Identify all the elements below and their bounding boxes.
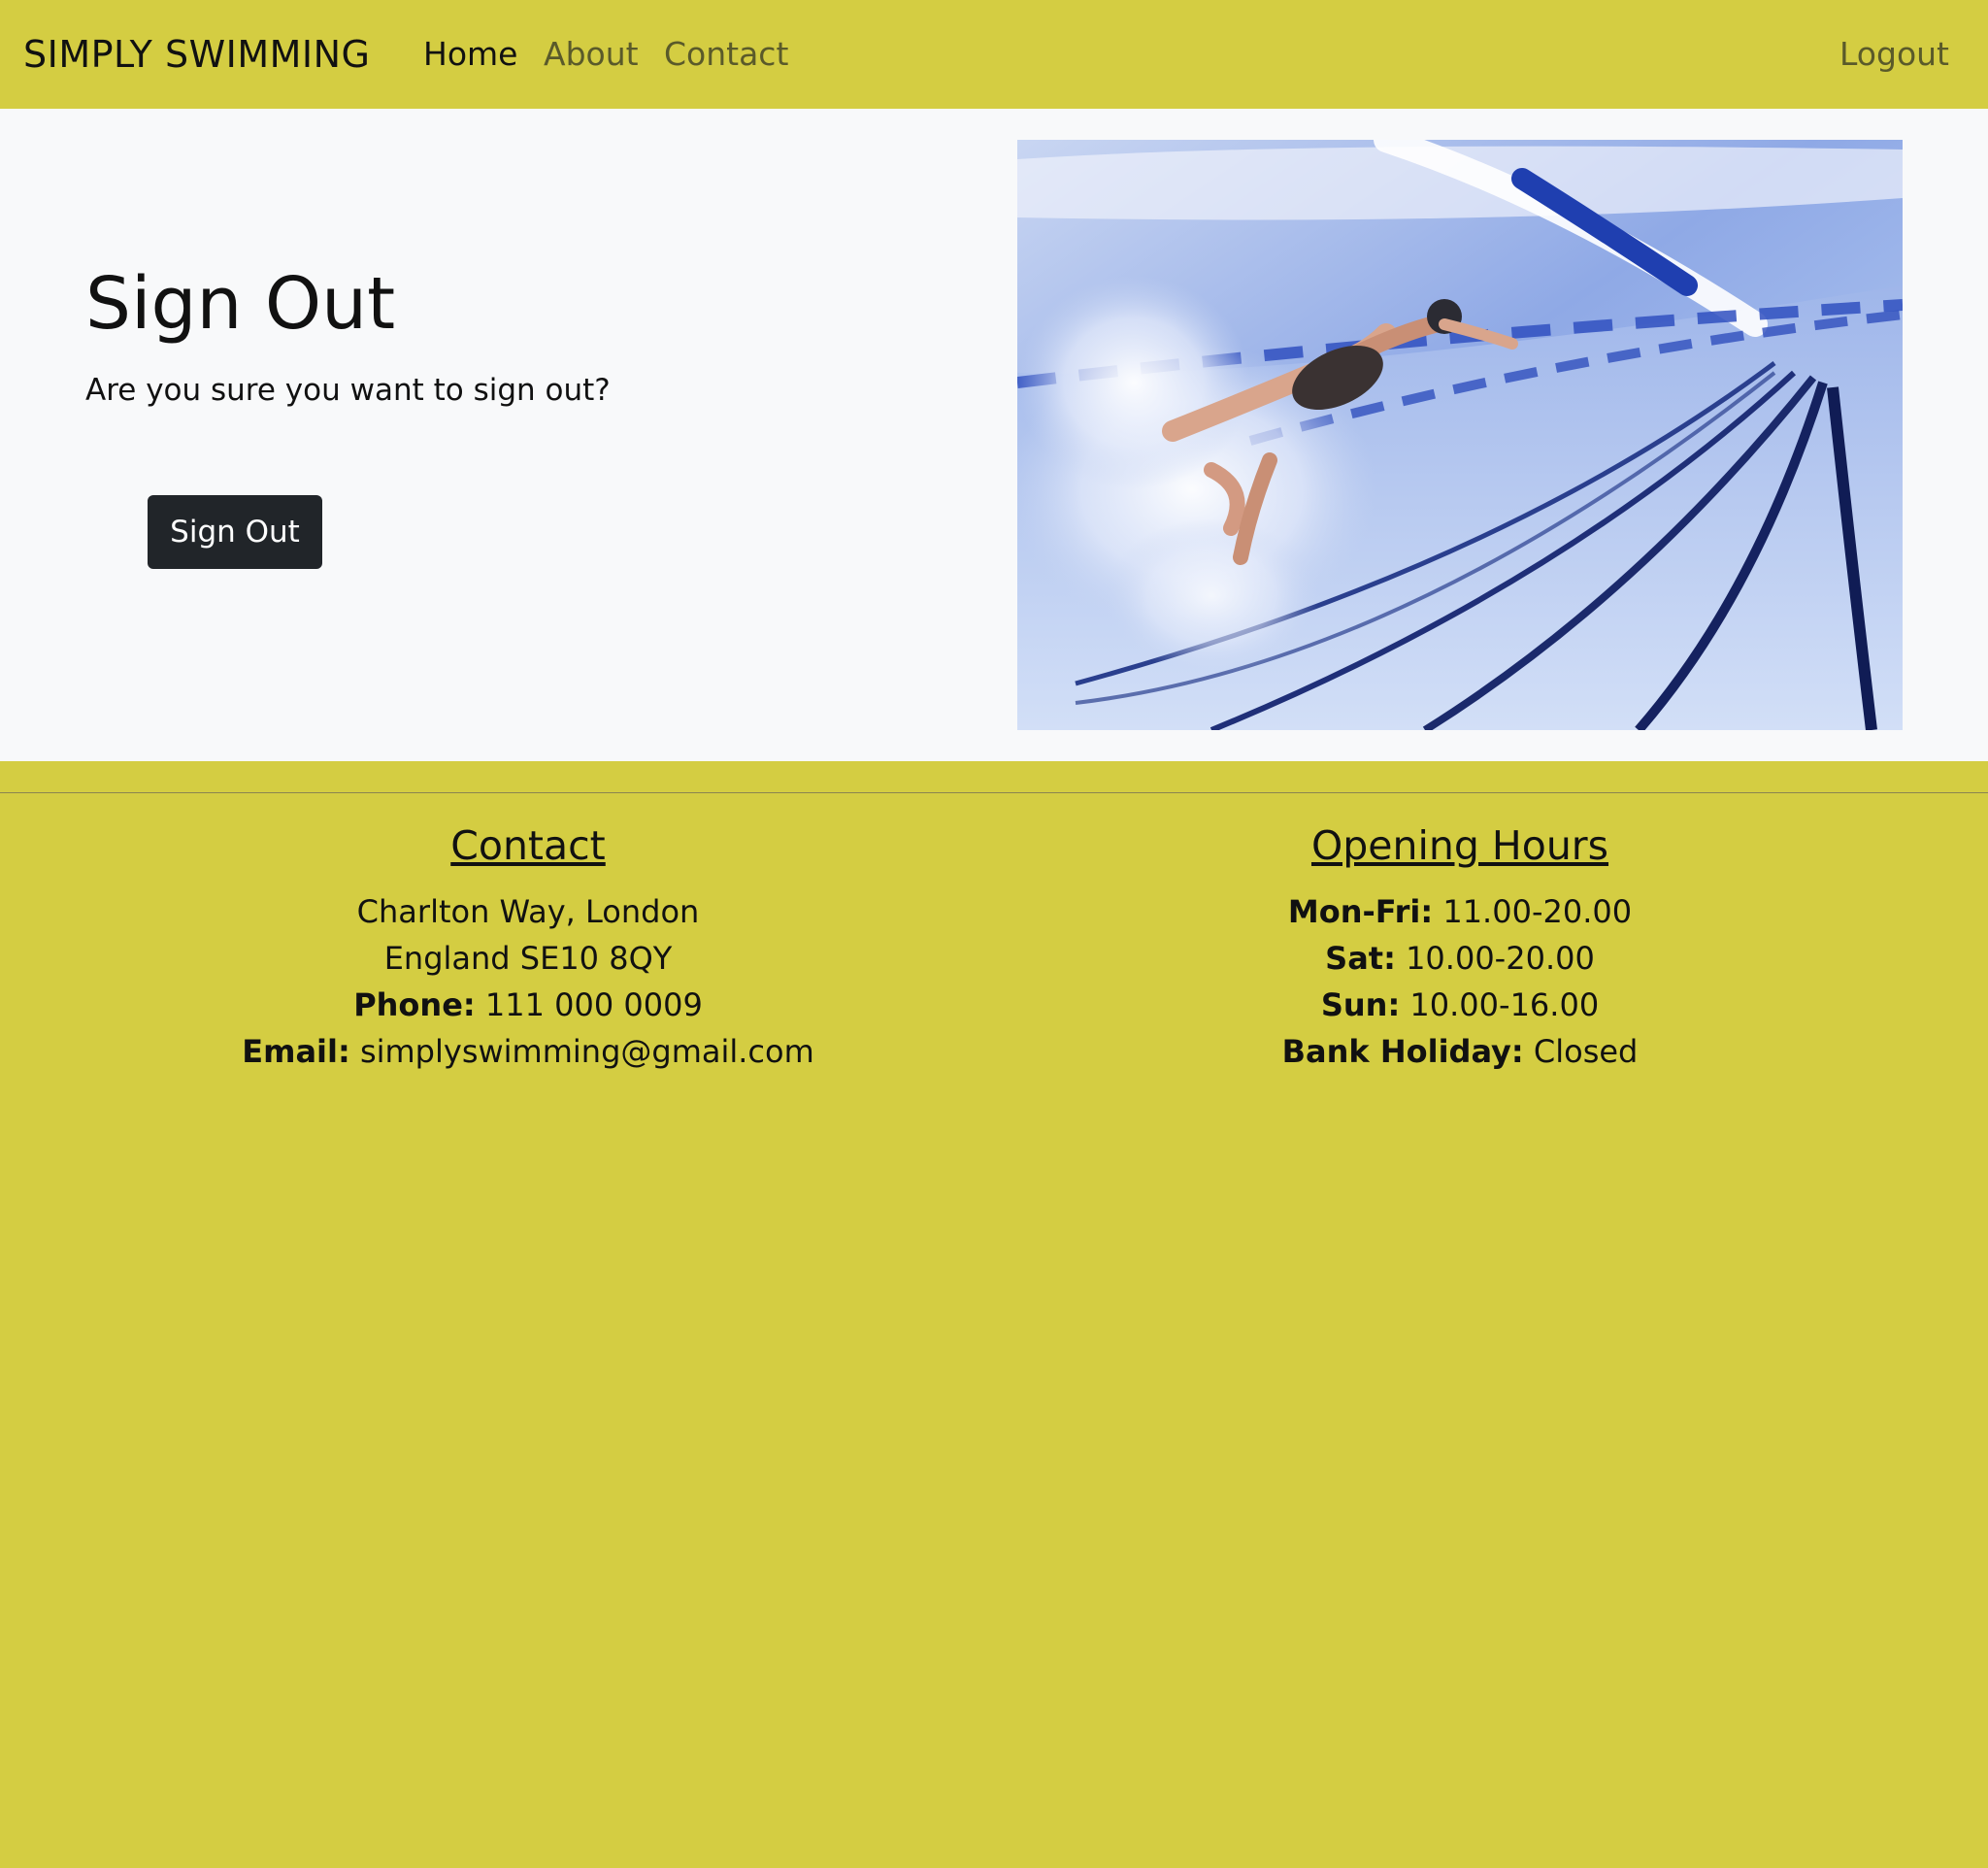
nav-link-about[interactable]: About — [544, 0, 639, 109]
email-line: Email: simplyswimming@gmail.com — [91, 1028, 965, 1075]
nav-link-home[interactable]: Home — [423, 0, 517, 109]
hours-time: 10.00-20.00 — [1406, 940, 1595, 978]
navbar: SIMPLY SWIMMING Home About Contact Logou… — [0, 0, 1988, 109]
nav-link-contact[interactable]: Contact — [664, 0, 788, 109]
hours-day: Mon-Fri: — [1287, 893, 1434, 931]
footer-divider — [0, 792, 1988, 793]
phone-value: 111 000 0009 — [484, 986, 703, 1024]
swimmer-photo — [1017, 140, 1903, 730]
phone-line: Phone: 111 000 0009 — [91, 982, 965, 1028]
phone-label: Phone: — [353, 986, 476, 1024]
footer-opening-hours: Opening Hours Mon-Fri: 11.00-20.00 Sat: … — [1023, 822, 1897, 1075]
hours-day: Sat: — [1325, 940, 1396, 978]
address-line-1: Charlton Way, London — [356, 893, 700, 931]
opening-hours-heading: Opening Hours — [1310, 822, 1609, 869]
email-label: Email: — [242, 1033, 350, 1071]
hours-row: Bank Holiday: Closed — [1023, 1028, 1897, 1075]
contact-heading: Contact — [450, 822, 606, 869]
page-title: Sign Out — [85, 262, 396, 346]
footer-contact: Contact Charlton Way, London England SE1… — [91, 822, 965, 1075]
hours-row: Sat: 10.00-20.00 — [1023, 935, 1897, 982]
hours-row: Sun: 10.00-16.00 — [1023, 982, 1897, 1028]
hours-day: Bank Holiday: — [1281, 1033, 1524, 1071]
address-line-2: England SE10 8QY — [383, 940, 673, 978]
hero-section: Sign Out Are you sure you want to sign o… — [0, 109, 1988, 761]
hours-time: Closed — [1533, 1033, 1639, 1071]
hours-time: 10.00-16.00 — [1409, 986, 1600, 1024]
sign-out-prompt: Are you sure you want to sign out? — [85, 373, 611, 408]
hours-row: Mon-Fri: 11.00-20.00 — [1023, 888, 1897, 935]
brand-logo[interactable]: SIMPLY SWIMMING — [23, 0, 371, 109]
hours-time: 11.00-20.00 — [1442, 893, 1633, 931]
sign-out-button[interactable]: Sign Out — [148, 495, 322, 569]
hours-day: Sun: — [1320, 986, 1401, 1024]
email-value: simplyswimming@gmail.com — [359, 1033, 814, 1071]
nav-link-logout[interactable]: Logout — [1839, 0, 1949, 109]
